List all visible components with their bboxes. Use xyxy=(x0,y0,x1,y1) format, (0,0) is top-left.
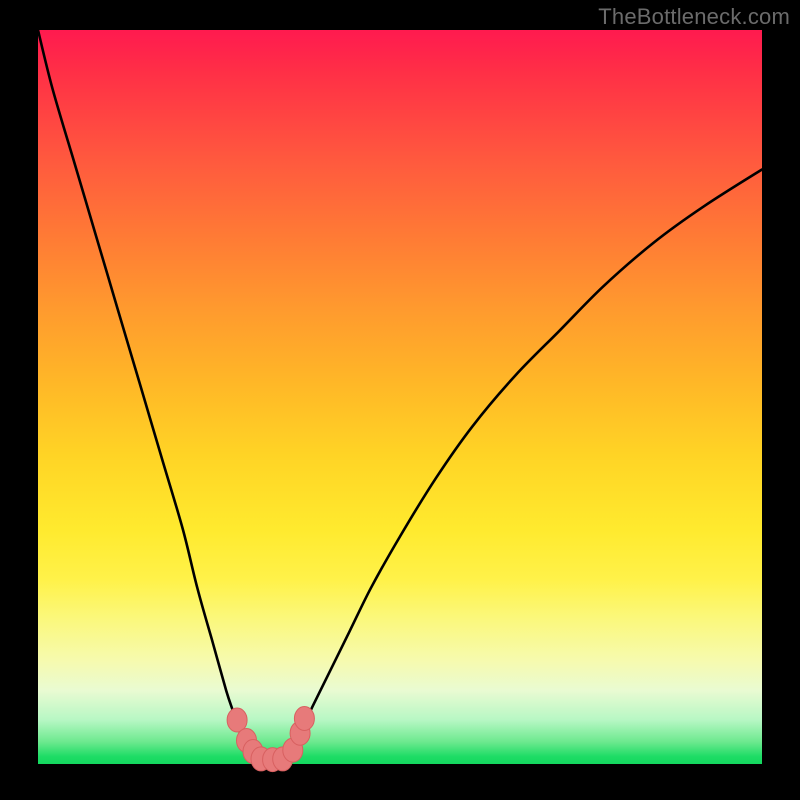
plot-area xyxy=(38,30,762,764)
marker-group xyxy=(227,707,314,772)
curve-marker xyxy=(294,707,314,731)
watermark-text: TheBottleneck.com xyxy=(598,4,790,30)
bottleneck-curve xyxy=(38,30,762,761)
chart-frame: TheBottleneck.com xyxy=(0,0,800,800)
curve-layer xyxy=(38,30,762,764)
